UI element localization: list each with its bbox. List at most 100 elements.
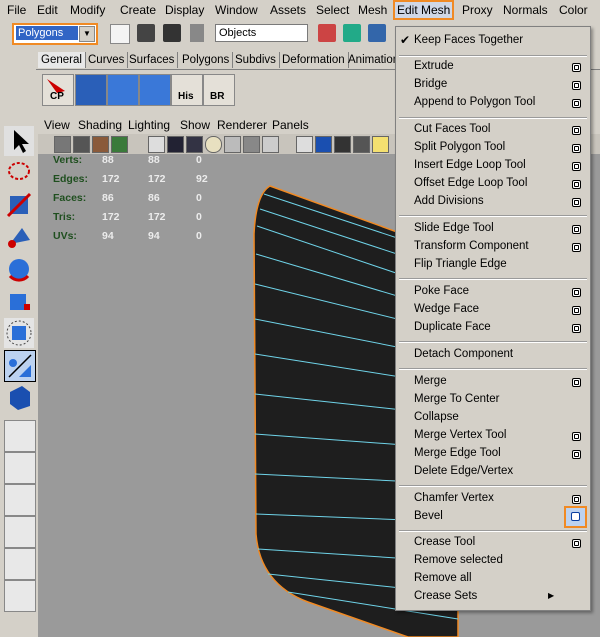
option-box-icon[interactable]: [572, 225, 581, 234]
option-box-icon[interactable]: [572, 126, 581, 135]
tab-deformation[interactable]: Deformation: [279, 52, 349, 68]
soft-mod-tool-icon[interactable]: [4, 350, 36, 382]
option-box-icon[interactable]: [572, 81, 581, 90]
bevel-option-box[interactable]: [564, 506, 587, 528]
menu-proxy[interactable]: Proxy: [462, 2, 493, 18]
menu-item-transform-component[interactable]: Transform Component: [414, 240, 529, 252]
camera-icon[interactable]: [54, 136, 71, 153]
viewport-menu-renderer[interactable]: Renderer: [217, 118, 267, 132]
select-component-icon[interactable]: [368, 24, 386, 42]
option-box-icon[interactable]: [572, 378, 581, 387]
split-shelf-icon[interactable]: [139, 74, 171, 106]
menu-item-crease-tool[interactable]: Crease Tool: [414, 536, 475, 548]
menu-item-wedge-face[interactable]: Wedge Face: [414, 303, 479, 315]
tab-curves[interactable]: Curves: [85, 52, 129, 68]
menu-item-delete-edge-vertex[interactable]: Delete Edge/Vertex: [414, 465, 513, 477]
menu-file[interactable]: File: [7, 2, 26, 18]
bookmark-icon[interactable]: [92, 136, 109, 153]
menu-item-add-divisions[interactable]: Add Divisions: [414, 195, 484, 207]
menu-item-duplicate-face[interactable]: Duplicate Face: [414, 321, 491, 333]
tab-subdivs[interactable]: Subdivs: [232, 52, 280, 68]
move-tool-icon[interactable]: [4, 222, 34, 252]
rotate-tool-icon[interactable]: [4, 254, 34, 284]
menu-item-merge-edge-tool[interactable]: Merge Edge Tool: [414, 447, 501, 459]
tab-general[interactable]: General: [38, 52, 86, 68]
menu-edit-mesh[interactable]: Edit Mesh: [393, 0, 455, 20]
extrude-shelf-icon[interactable]: [75, 74, 107, 106]
option-box-icon[interactable]: [572, 63, 581, 72]
menu-create[interactable]: Create: [120, 2, 156, 18]
menu-normals[interactable]: Normals: [503, 2, 548, 18]
camera-attr-icon[interactable]: [73, 136, 90, 153]
menu-item-collapse[interactable]: Collapse: [414, 411, 459, 423]
textured-icon[interactable]: [334, 136, 351, 153]
menu-set-dropdown[interactable]: Polygons ▼: [12, 23, 98, 45]
option-box-icon[interactable]: [572, 306, 581, 315]
resolution-gate-icon[interactable]: [186, 136, 203, 153]
menu-select[interactable]: Select: [316, 2, 349, 18]
menu-item-remove-all[interactable]: Remove all: [414, 572, 472, 584]
menu-mesh[interactable]: Mesh: [358, 2, 387, 18]
menu-item-extrude[interactable]: Extrude: [414, 60, 454, 72]
scale-tool-icon[interactable]: [4, 286, 34, 316]
selection-mask-field[interactable]: Objects: [215, 24, 308, 42]
viewport-menu-lighting[interactable]: Lighting: [128, 118, 170, 132]
layout-hypershade-icon[interactable]: [4, 580, 36, 612]
option-box-icon[interactable]: [572, 99, 581, 108]
grid-shelf-icon[interactable]: [107, 74, 139, 106]
viewport-menu-show[interactable]: Show: [180, 118, 210, 132]
layout-outliner-icon[interactable]: [4, 516, 36, 548]
menu-item-flip-triangle-edge[interactable]: Flip Triangle Edge: [414, 258, 507, 270]
light-bulb-icon[interactable]: [372, 136, 389, 153]
br-shelf-icon[interactable]: BR: [203, 74, 235, 106]
select-tool-icon[interactable]: [4, 126, 34, 156]
menu-assets[interactable]: Assets: [270, 2, 306, 18]
use-all-lights-icon[interactable]: [353, 136, 370, 153]
menu-item-cut-faces[interactable]: Cut Faces Tool: [414, 123, 491, 135]
menu-item-slide-edge[interactable]: Slide Edge Tool: [414, 222, 494, 234]
menu-item-insert-edge-loop[interactable]: Insert Edge Loop Tool: [414, 159, 526, 171]
menu-item-remove-selected[interactable]: Remove selected: [414, 554, 503, 566]
layout-graph-icon[interactable]: [4, 548, 36, 580]
option-box-icon[interactable]: [572, 432, 581, 441]
layout-split-icon[interactable]: [4, 484, 36, 516]
grid-toggle-icon[interactable]: [148, 136, 165, 153]
menu-item-merge[interactable]: Merge: [414, 375, 447, 387]
menu-item-keep-faces-together[interactable]: Keep Faces Together: [414, 34, 523, 46]
cp-shelf-icon[interactable]: CP: [42, 74, 74, 106]
safe-action-icon[interactable]: [205, 136, 222, 153]
paint-select-tool-icon[interactable]: [4, 190, 34, 220]
menu-modify[interactable]: Modify: [70, 2, 105, 18]
menu-item-poke-face[interactable]: Poke Face: [414, 285, 469, 297]
menu-color[interactable]: Color: [559, 2, 588, 18]
option-box-icon[interactable]: [572, 288, 581, 297]
menu-item-merge-to-center[interactable]: Merge To Center: [414, 393, 499, 405]
new-scene-icon[interactable]: [110, 24, 130, 44]
open-scene-icon[interactable]: [137, 24, 155, 42]
lasso-tool-icon[interactable]: [4, 158, 34, 188]
option-box-icon[interactable]: [572, 324, 581, 333]
menu-item-bevel[interactable]: Bevel: [414, 510, 443, 522]
menu-item-crease-sets[interactable]: Crease Sets: [414, 590, 477, 602]
menu-item-merge-vertex-tool[interactable]: Merge Vertex Tool: [414, 429, 506, 441]
menu-window[interactable]: Window: [215, 2, 258, 18]
option-box-icon[interactable]: [572, 243, 581, 252]
save-scene-icon[interactable]: [163, 24, 181, 42]
selection-mode-icon[interactable]: [190, 24, 204, 42]
option-box-icon[interactable]: [572, 180, 581, 189]
wire-on-shaded-icon[interactable]: [262, 136, 279, 153]
option-box-icon[interactable]: [572, 539, 581, 548]
smooth-shade-icon[interactable]: [243, 136, 260, 153]
viewport-menu-shading[interactable]: Shading: [78, 118, 122, 132]
menu-item-bridge[interactable]: Bridge: [414, 78, 447, 90]
wireframe-icon[interactable]: [224, 136, 241, 153]
image-plane-icon[interactable]: [111, 136, 128, 153]
last-tool-icon[interactable]: [4, 382, 34, 412]
menu-item-offset-edge-loop[interactable]: Offset Edge Loop Tool: [414, 177, 527, 189]
film-gate-icon[interactable]: [167, 136, 184, 153]
viewport-menu-panels[interactable]: Panels: [272, 118, 309, 132]
layout-four-icon[interactable]: [4, 452, 36, 484]
tab-polygons[interactable]: Polygons: [179, 52, 234, 68]
option-box-icon[interactable]: [572, 198, 581, 207]
menu-display[interactable]: Display: [165, 2, 204, 18]
